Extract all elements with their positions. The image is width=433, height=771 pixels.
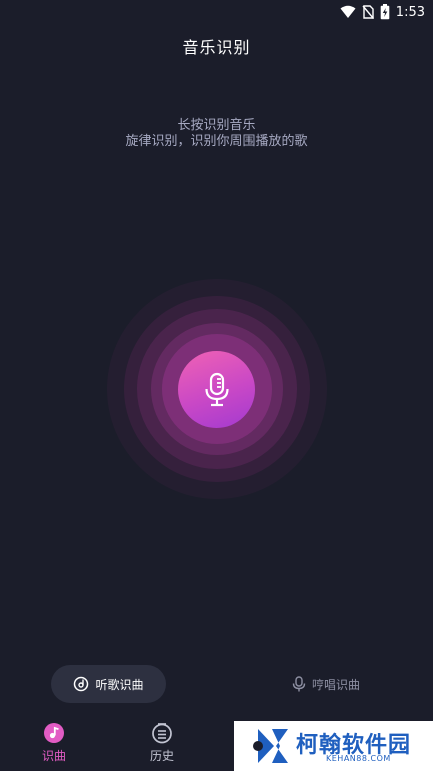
no-sim-icon: [362, 5, 374, 19]
record-mic-button[interactable]: [178, 351, 255, 428]
status-icons: 1:53: [340, 3, 425, 21]
hint-line-2: 旋律识别，识别你周围播放的歌: [125, 134, 308, 149]
mode-tab-listen-label: 听歌识曲: [95, 677, 144, 692]
watermark: 柯翰软件园 KEHAN88.COM: [234, 721, 433, 771]
microphone-icon: [204, 372, 229, 406]
nav-item-history[interactable]: 历史: [132, 722, 192, 764]
hum-mic-icon: [292, 676, 306, 692]
music-disc-icon: [74, 676, 89, 692]
status-bar: 1:53: [0, 0, 433, 24]
wifi-icon: [340, 5, 356, 18]
kehan-logo-icon: [253, 729, 288, 763]
watermark-subtext: KEHAN88.COM: [326, 754, 391, 763]
page-title: 音乐识别: [182, 38, 251, 57]
nav-item-history-label: 历史: [149, 749, 174, 763]
history-clock-icon: [152, 723, 172, 744]
music-note-nav-icon: [44, 723, 64, 743]
battery-charging-icon: [380, 4, 390, 20]
nav-item-identify-label: 识曲: [41, 749, 66, 763]
mode-tab-hum[interactable]: 哼唱识曲: [276, 665, 376, 703]
nav-item-identify[interactable]: 识曲: [24, 722, 84, 764]
status-time: 1:53: [395, 4, 425, 20]
mode-tab-hum-label: 哼唱识曲: [311, 677, 360, 692]
mode-tab-listen[interactable]: 听歌识曲: [51, 665, 166, 703]
